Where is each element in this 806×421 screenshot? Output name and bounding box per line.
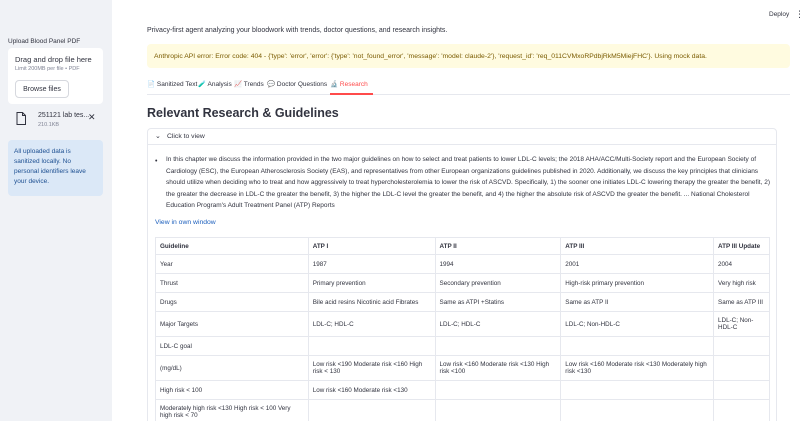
page-title: Relevant Research & Guidelines	[147, 106, 339, 120]
table-cell: 2001	[560, 254, 715, 274]
table-cell	[713, 380, 770, 400]
tab-bar: 📄 Sanitized Text 🧪 Analysis 📈 Trends 💬 D…	[147, 78, 790, 95]
table-cell: LDL-C goal	[155, 336, 309, 356]
column-header: ATP II	[434, 237, 562, 255]
table-row: Year 1987 1994 2001 2004	[155, 254, 770, 274]
table-cell	[434, 399, 562, 421]
table-cell	[434, 336, 562, 356]
table-cell: Same as ATP III	[713, 292, 770, 312]
table-cell: (mg/dL)	[155, 355, 309, 381]
remove-file-close-icon[interactable]: ✕	[88, 112, 96, 123]
column-header: Guideline	[155, 237, 309, 255]
research-summary: In this chapter we discuss the informati…	[166, 156, 770, 209]
table-row: Moderately high risk <130 High risk < 10…	[155, 399, 770, 421]
file-dropzone[interactable]: Drag and drop file here Limit 200MB per …	[8, 48, 103, 104]
table-cell	[713, 336, 770, 356]
dropzone-title: Drag and drop file here	[15, 55, 92, 64]
table-cell	[560, 336, 715, 356]
upload-label: Upload Blood Panel PDF	[8, 38, 81, 45]
document-icon: 📄	[147, 81, 156, 88]
tab-trends[interactable]: 📈 Trends	[234, 80, 264, 88]
table-cell: 1994	[434, 254, 562, 274]
table-cell: Same as ATP II	[560, 292, 715, 312]
table-cell: Very high risk	[713, 273, 770, 293]
table-cell: Low risk <160 Moderate risk <130 Moderat…	[560, 355, 715, 381]
table-cell: Same as ATPI +Statins	[434, 292, 562, 312]
microscope-icon: 🔬	[330, 81, 339, 88]
expander-label: Click to view	[167, 133, 205, 140]
api-error-warning: Anthropic API error: Error code: 404 - {…	[147, 44, 790, 68]
table-cell	[307, 336, 436, 356]
table-cell	[713, 399, 770, 421]
file-name: 251121 lab tes...	[38, 112, 90, 119]
table-cell: LDL-C; HDL-C	[434, 311, 562, 337]
table-row: Major Targets LDL-C; HDL-C LDL-C; HDL-C …	[155, 311, 770, 337]
table-cell: LDL-C; Non-HDL-C	[713, 311, 770, 337]
test-tube-icon: 🧪	[198, 81, 207, 88]
table-cell: Drugs	[155, 292, 309, 312]
table-cell: High-risk primary prevention	[560, 273, 715, 293]
table-cell: Bile acid resins Nicotinic acid Fibrates	[307, 292, 436, 312]
table-cell: Moderately high risk <130 High risk < 10…	[155, 399, 309, 421]
privacy-info-box: All uploaded data is sanitized locally. …	[8, 140, 103, 196]
table-cell: Low risk <190 Moderate risk <160 High ri…	[307, 355, 436, 381]
table-cell: Primary prevention	[307, 273, 436, 293]
tab-doctor-questions[interactable]: 💬 Doctor Questions	[267, 80, 327, 88]
sidebar: Upload Blood Panel PDF Drag and drop fil…	[0, 0, 112, 421]
table-row: Thrust Primary prevention Secondary prev…	[155, 273, 770, 293]
table-cell: 2004	[713, 254, 770, 274]
table-cell: 1987	[307, 254, 436, 274]
research-expander: ⌄ Click to view • In this chapter we dis…	[147, 128, 777, 421]
view-in-own-window-link[interactable]: View in own window	[155, 219, 216, 226]
table-cell	[560, 380, 715, 400]
bullet-icon: •	[155, 158, 158, 165]
table-cell: Low risk <160 Moderate risk <130	[307, 380, 436, 400]
table-row: LDL-C goal	[155, 336, 770, 356]
app-subtitle: Privacy-first agent analyzing your blood…	[147, 27, 448, 34]
table-cell	[434, 380, 562, 400]
file-size: 210.1KB	[38, 122, 60, 128]
tab-analysis[interactable]: 🧪 Analysis	[198, 80, 232, 88]
table-cell	[713, 355, 770, 381]
column-header: ATP I	[307, 237, 436, 255]
dropzone-limit: Limit 200MB per file • PDF	[15, 66, 80, 72]
expander-header[interactable]: ⌄ Click to view	[148, 129, 776, 145]
table-cell: Major Targets	[155, 311, 309, 337]
table-cell: High risk < 100	[155, 380, 309, 400]
table-cell: Year	[155, 254, 309, 274]
table-row: High risk < 100 Low risk <160 Moderate r…	[155, 380, 770, 400]
column-header: ATP III Update	[713, 237, 770, 255]
table-cell	[307, 399, 436, 421]
table-cell: Thrust	[155, 273, 309, 293]
guidelines-table: Guideline ATP I ATP II ATP III ATP III U…	[155, 237, 770, 421]
tab-sanitized-text[interactable]: 📄 Sanitized Text	[147, 80, 197, 88]
file-icon	[16, 112, 26, 125]
table-cell: Secondary prevention	[434, 273, 562, 293]
deploy-button[interactable]: Deploy	[769, 11, 789, 18]
table-cell: LDL-C; HDL-C	[307, 311, 436, 337]
tab-research[interactable]: 🔬 Research	[330, 80, 368, 88]
table-cell: Low risk <160 Moderate risk <130 High ri…	[434, 355, 562, 381]
browse-files-button[interactable]: Browse files	[15, 80, 69, 98]
more-menu-icon[interactable]: ⋮	[795, 9, 804, 20]
uploaded-file: 251121 lab tes... 210.1KB ✕	[16, 110, 100, 132]
chevron-down-icon: ⌄	[155, 133, 161, 140]
table-cell: LDL-C; Non-HDL-C	[560, 311, 715, 337]
active-tab-indicator	[330, 93, 373, 95]
table-row: Drugs Bile acid resins Nicotinic acid Fi…	[155, 292, 770, 312]
column-header: ATP III	[560, 237, 715, 255]
table-row: (mg/dL) Low risk <190 Moderate risk <160…	[155, 355, 770, 381]
chart-icon: 📈	[234, 81, 243, 88]
table-cell	[560, 399, 715, 421]
speech-bubble-icon: 💬	[267, 81, 276, 88]
main-content: Deploy ⋮ Privacy-first agent analyzing y…	[112, 0, 806, 421]
table-header-row: Guideline ATP I ATP II ATP III ATP III U…	[155, 237, 770, 255]
